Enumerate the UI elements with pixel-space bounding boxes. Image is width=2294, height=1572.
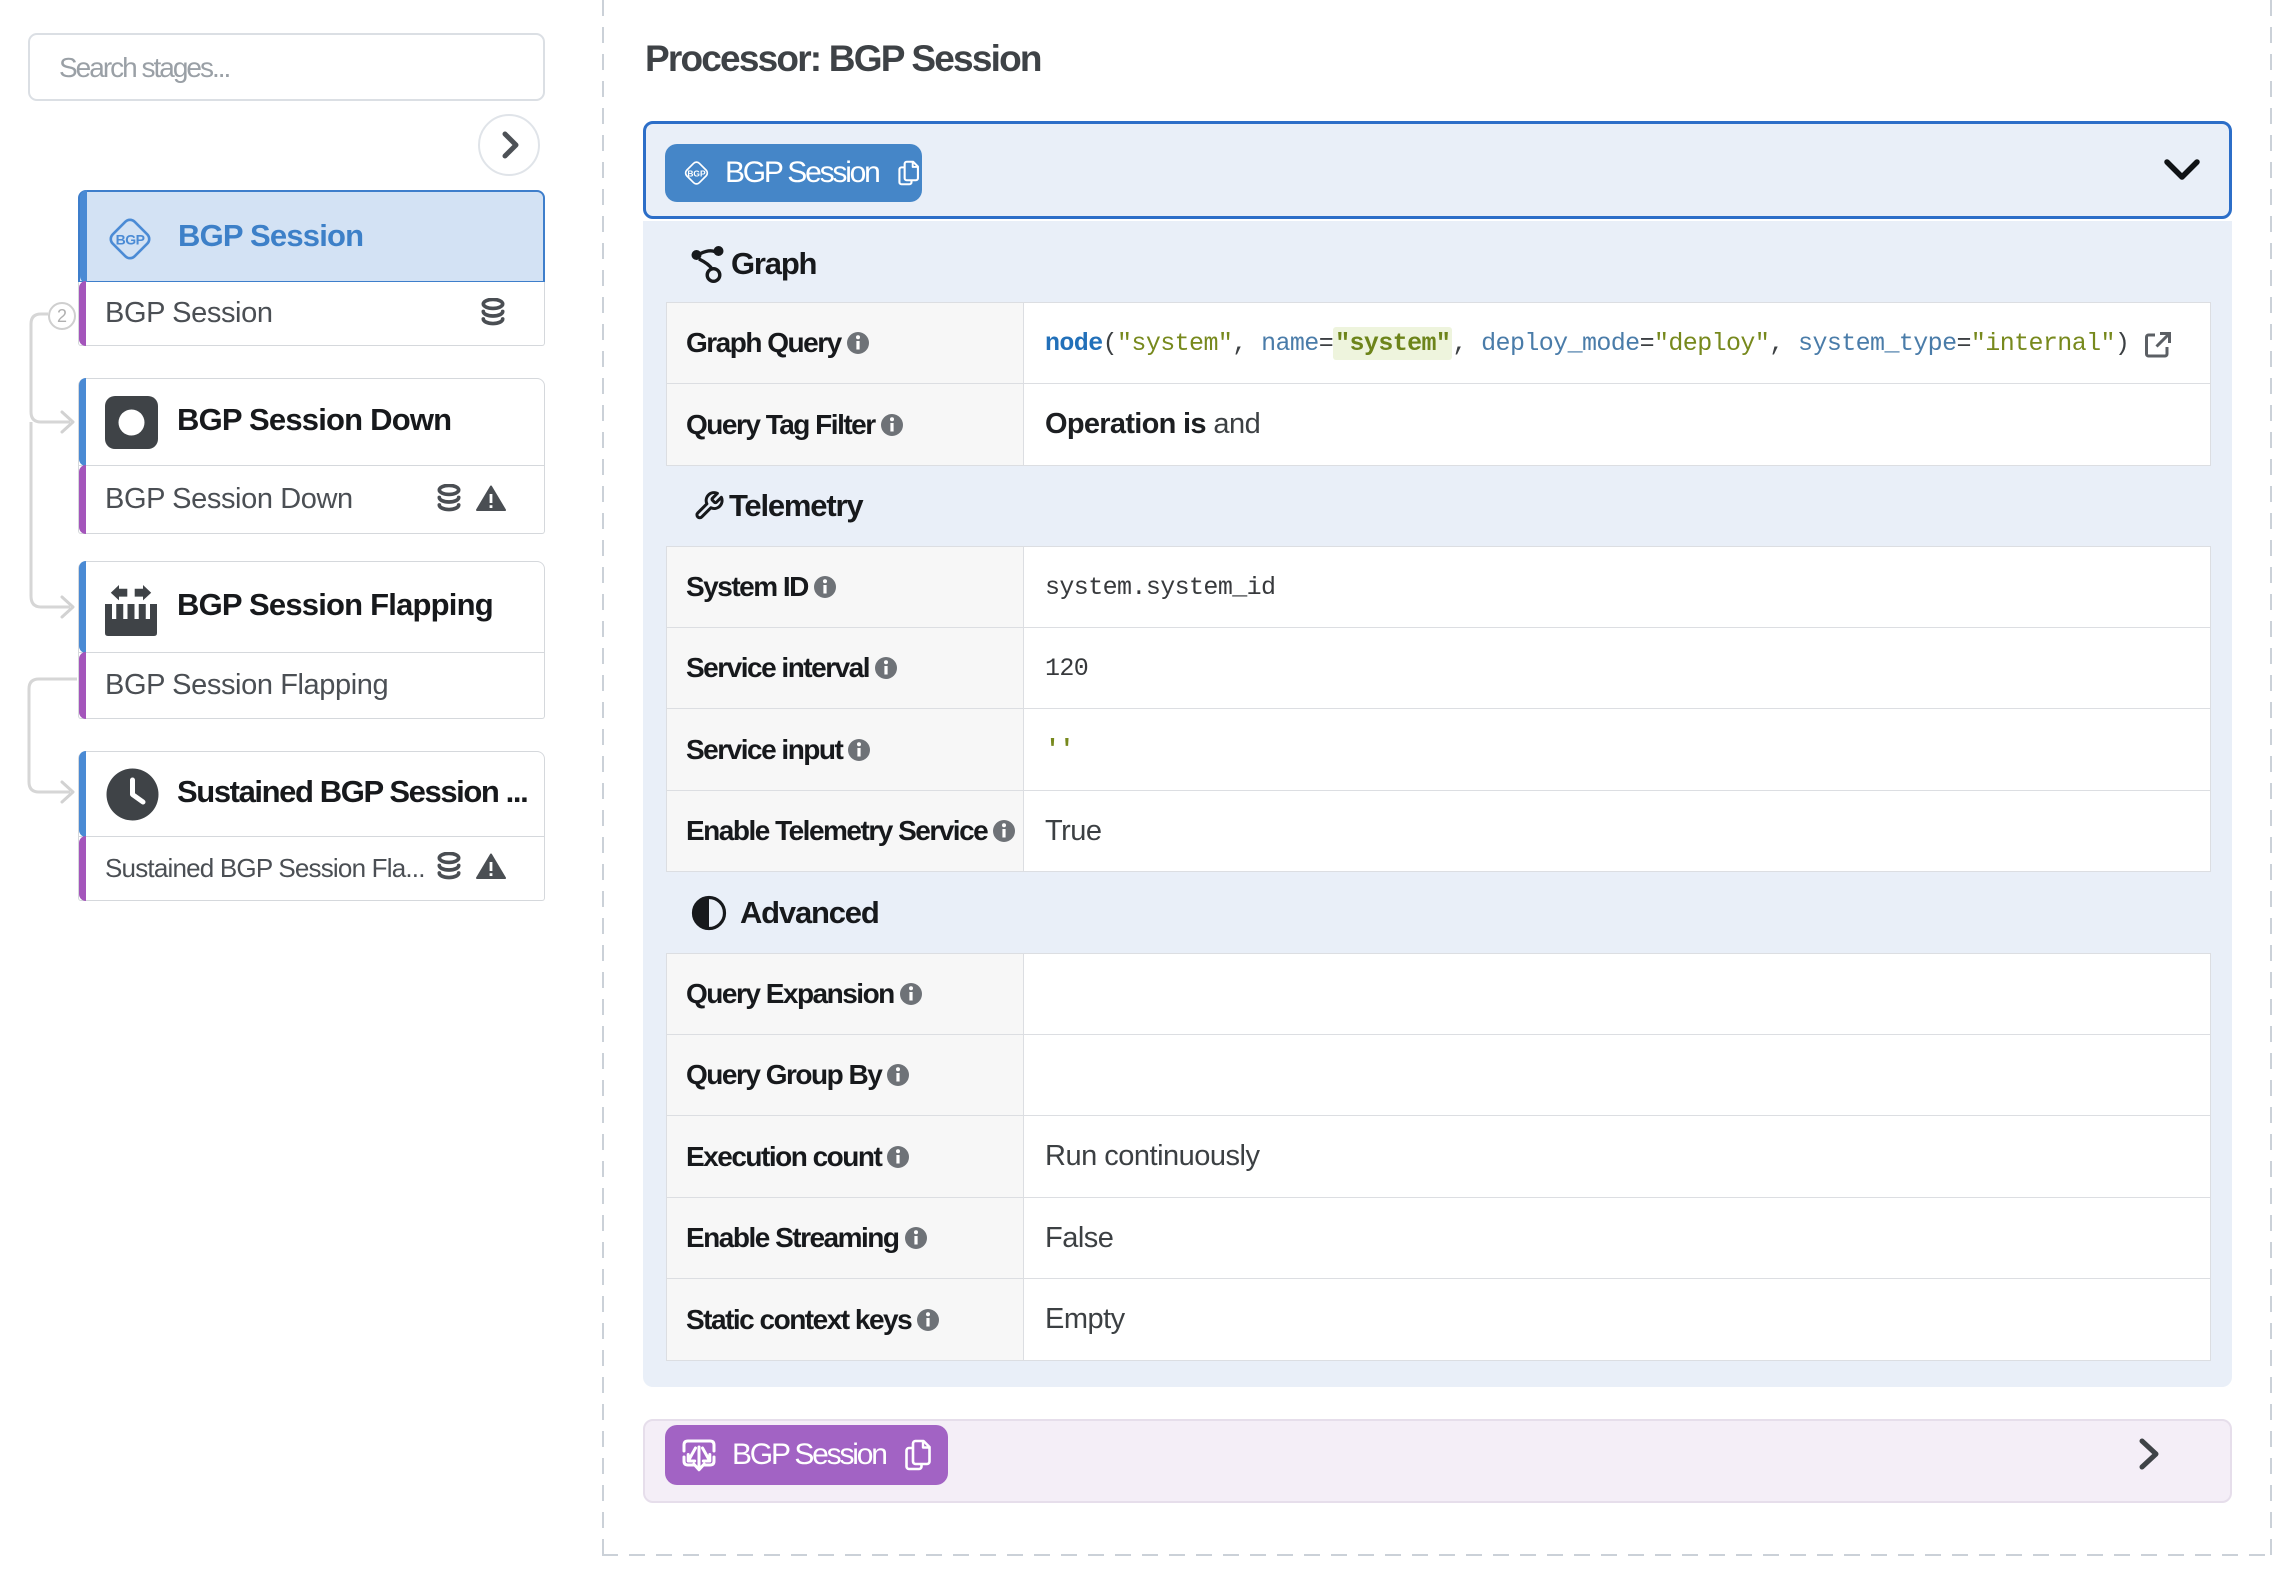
svg-text:BGP: BGP [116,232,145,248]
svg-text:BGP: BGP [687,169,706,179]
